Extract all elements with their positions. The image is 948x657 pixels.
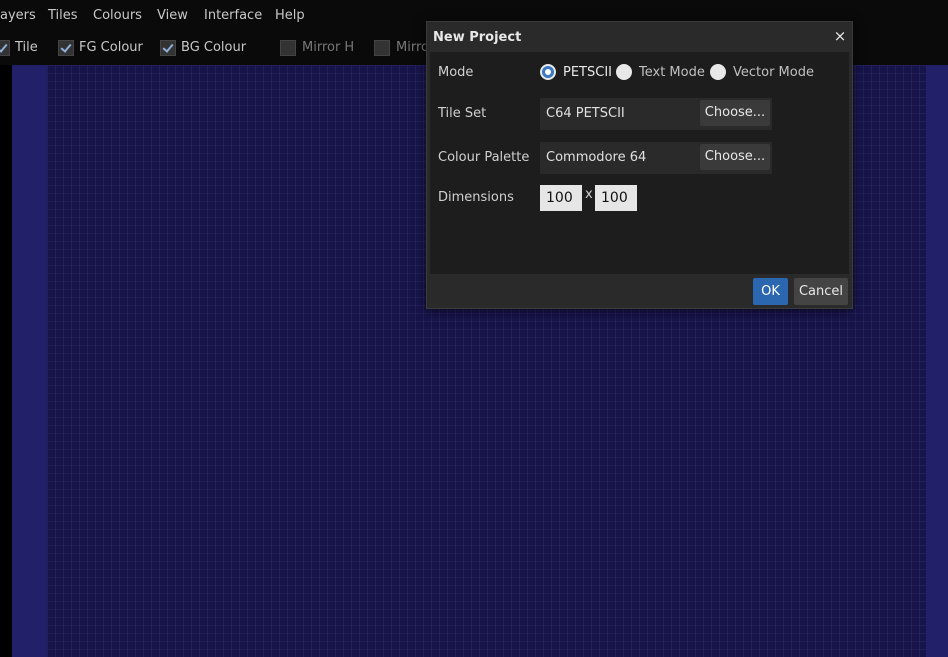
palette-label: Colour Palette xyxy=(438,150,530,165)
menu-tiles[interactable]: Tiles xyxy=(48,8,78,23)
tileset-value: C64 PETSCII xyxy=(546,106,625,121)
cancel-button[interactable]: Cancel xyxy=(794,278,848,305)
menu-help[interactable]: Help xyxy=(275,8,305,23)
ok-button[interactable]: OK xyxy=(753,278,788,305)
mode-option-vector[interactable]: Vector Mode xyxy=(733,65,814,80)
tileset-label: Tile Set xyxy=(438,106,487,121)
height-input[interactable] xyxy=(595,185,637,211)
menu-view[interactable]: View xyxy=(157,8,188,23)
bg-colour-label: BG Colour xyxy=(181,40,247,55)
mode-radio-text[interactable] xyxy=(616,64,632,80)
tile-label: Tile xyxy=(15,40,38,55)
new-project-dialog: New Project × Mode PETSCII Text Mode Vec… xyxy=(426,21,853,309)
tile-checkbox[interactable] xyxy=(0,40,10,56)
menu-interface[interactable]: Interface xyxy=(204,8,262,23)
mirror-h-checkbox[interactable] xyxy=(280,40,296,56)
mirror-h-label: Mirror H xyxy=(302,40,355,55)
canvas-border-right xyxy=(926,65,948,657)
mode-radio-vector[interactable] xyxy=(710,64,726,80)
dialog-body: Mode PETSCII Text Mode Vector Mode Tile … xyxy=(430,52,849,274)
dialog-title: New Project xyxy=(433,30,522,45)
mode-option-text[interactable]: Text Mode xyxy=(639,65,705,80)
mode-label: Mode xyxy=(438,65,474,80)
width-input[interactable] xyxy=(540,185,582,211)
mode-option-petscii[interactable]: PETSCII xyxy=(563,65,612,80)
tileset-field: C64 PETSCII Choose... xyxy=(540,98,772,130)
menu-colours[interactable]: Colours xyxy=(93,8,142,23)
dimensions-label: Dimensions xyxy=(438,190,514,205)
close-icon[interactable]: × xyxy=(832,27,848,45)
bg-colour-checkbox[interactable] xyxy=(160,40,176,56)
palette-choose-button[interactable]: Choose... xyxy=(700,144,770,170)
fg-colour-checkbox[interactable] xyxy=(58,40,74,56)
dimension-separator: x xyxy=(585,187,593,202)
fg-colour-label: FG Colour xyxy=(79,40,143,55)
canvas-border-left xyxy=(12,65,47,657)
palette-field: Commodore 64 Choose... xyxy=(540,142,772,174)
menu-layers[interactable]: ayers xyxy=(0,8,36,23)
mode-radio-petscii[interactable] xyxy=(540,64,556,80)
palette-value: Commodore 64 xyxy=(546,150,647,165)
tileset-choose-button[interactable]: Choose... xyxy=(700,100,770,126)
mirror-v-checkbox[interactable] xyxy=(374,40,390,56)
mirror-v-label: Mirro xyxy=(396,40,429,55)
